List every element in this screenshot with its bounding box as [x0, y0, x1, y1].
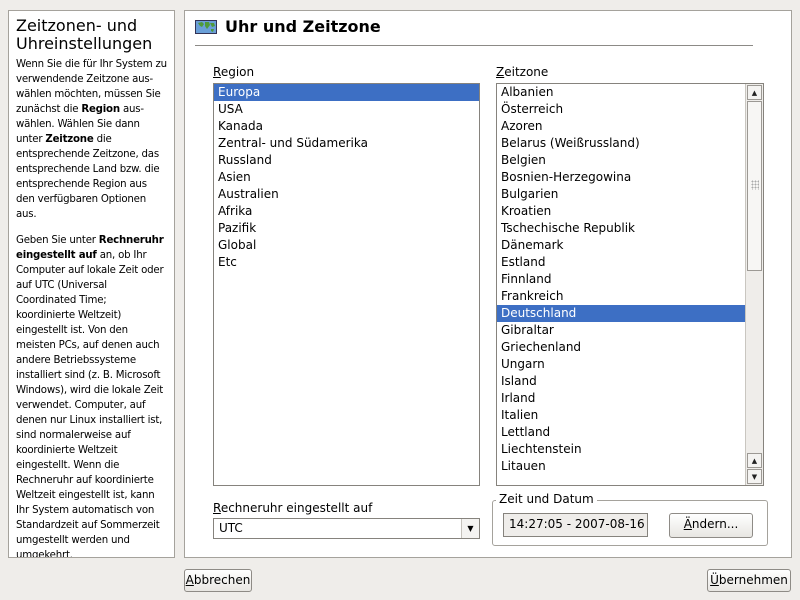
clock-timezone-dialog: Uhr und Zeitzone Region Europa USA Kanada Z… — [184, 10, 792, 558]
zeitzone-item[interactable]: Finnland — [497, 271, 745, 288]
region-item[interactable]: Australien — [214, 186, 479, 203]
zeitzone-item[interactable]: Belarus (Weißrussland) — [497, 135, 745, 152]
scroll-down-button[interactable]: ▼ — [747, 469, 762, 484]
zeitzone-item[interactable]: Italien — [497, 407, 745, 424]
zeitzone-item[interactable]: Dänemark — [497, 237, 745, 254]
zeitzone-item[interactable]: Liechtenstein — [497, 441, 745, 458]
zeitzone-item[interactable]: Tschechische Republik — [497, 220, 745, 237]
help-text-run: an, ob Ihr Computer auf lokale Zeit oder… — [16, 250, 164, 558]
help-text-run: Zeitzone — [45, 134, 94, 145]
hwclock-label: Rechneruhr eingestellt auf — [213, 501, 373, 515]
help-paragraph-hwclock: Geben Sie unter Rechneruhr eingestellt a… — [16, 233, 168, 558]
zeitzone-item[interactable]: Frankreich — [497, 288, 745, 305]
zeitzone-item[interactable]: Ungarn — [497, 356, 745, 373]
help-text-run: die entsprechende Zeitzone, das entsprec… — [16, 134, 160, 220]
region-listbox[interactable]: Europa USA Kanada Zentral- und Südamerika Ru… — [213, 83, 480, 486]
region-item[interactable]: USA — [214, 101, 479, 118]
region-label: Region — [213, 65, 255, 79]
datetime-group: Zeit und Datum 14:27:05 - 2007-08-16 Änd… — [492, 492, 768, 546]
help-title: Zeitzonen- und Uhreinstellungen — [16, 16, 153, 53]
hwclock-value: UTC — [219, 521, 243, 535]
help-panel: Zeitzonen- und Uhreinstellungen Wenn Sie… — [8, 10, 175, 558]
scroll-up-button[interactable]: ▲ — [747, 85, 762, 100]
region-item[interactable]: Asien — [214, 169, 479, 186]
zeitzone-item[interactable]: Bosnien-Herzegowina — [497, 169, 745, 186]
zeitzone-item[interactable]: Deutschland — [497, 305, 745, 322]
cancel-button[interactable]: Abbrechen — [184, 569, 252, 592]
zeitzone-item[interactable]: Irland — [497, 390, 745, 407]
grip-icon — [751, 180, 759, 190]
region-item[interactable]: Etc — [214, 254, 479, 271]
scrollbar-thumb[interactable] — [747, 101, 762, 271]
world-map-icon — [195, 19, 217, 34]
zeitzone-scrollbar[interactable]: ▲ ▲ ▼ — [745, 84, 763, 485]
datetime-group-title: Zeit und Datum — [496, 492, 597, 506]
help-text-run: Region — [81, 104, 120, 115]
dialog-title: Uhr und Zeitzone — [195, 17, 381, 36]
zeitzone-item[interactable]: Island — [497, 373, 745, 390]
zeitzone-item[interactable]: Bulgarien — [497, 186, 745, 203]
dialog-title-text: Uhr und Zeitzone — [225, 17, 381, 36]
zeitzone-item[interactable]: Gibraltar — [497, 322, 745, 339]
hwclock-combobox[interactable]: UTC ▼ — [213, 518, 480, 539]
region-item[interactable]: Europa — [214, 84, 479, 101]
scroll-up-button-lower[interactable]: ▲ — [747, 453, 762, 468]
zeitzone-label: Zeitzone — [496, 65, 549, 79]
help-paragraph-region: Wenn Sie die für Ihr System zu verwenden… — [16, 57, 168, 222]
change-button[interactable]: Ändern... — [669, 513, 753, 538]
datetime-field: 14:27:05 - 2007-08-16 — [503, 513, 648, 537]
region-item[interactable]: Kanada — [214, 118, 479, 135]
help-text-run: Geben Sie unter — [16, 235, 99, 246]
region-item[interactable]: Pazifik — [214, 220, 479, 237]
chevron-down-icon[interactable]: ▼ — [461, 519, 479, 538]
zeitzone-item[interactable]: Lettland — [497, 424, 745, 441]
region-item[interactable]: Russland — [214, 152, 479, 169]
accept-button[interactable]: Übernehmen — [707, 569, 791, 592]
region-item[interactable]: Zentral- und Südamerika — [214, 135, 479, 152]
zeitzone-item[interactable]: Estland — [497, 254, 745, 271]
title-divider — [195, 45, 753, 46]
zeitzone-item[interactable]: Österreich — [497, 101, 745, 118]
zeitzone-item[interactable]: Albanien — [497, 84, 745, 101]
region-item[interactable]: Afrika — [214, 203, 479, 220]
zeitzone-item[interactable]: Azoren — [497, 118, 745, 135]
zeitzone-item[interactable]: Litauen — [497, 458, 745, 475]
region-item[interactable]: Global — [214, 237, 479, 254]
zeitzone-item[interactable]: Griechenland — [497, 339, 745, 356]
zeitzone-listbox[interactable]: Albanien Österreich Azoren Belarus (Weißrus… — [496, 83, 764, 486]
zeitzone-item[interactable]: Kroatien — [497, 203, 745, 220]
zeitzone-item[interactable]: Belgien — [497, 152, 745, 169]
